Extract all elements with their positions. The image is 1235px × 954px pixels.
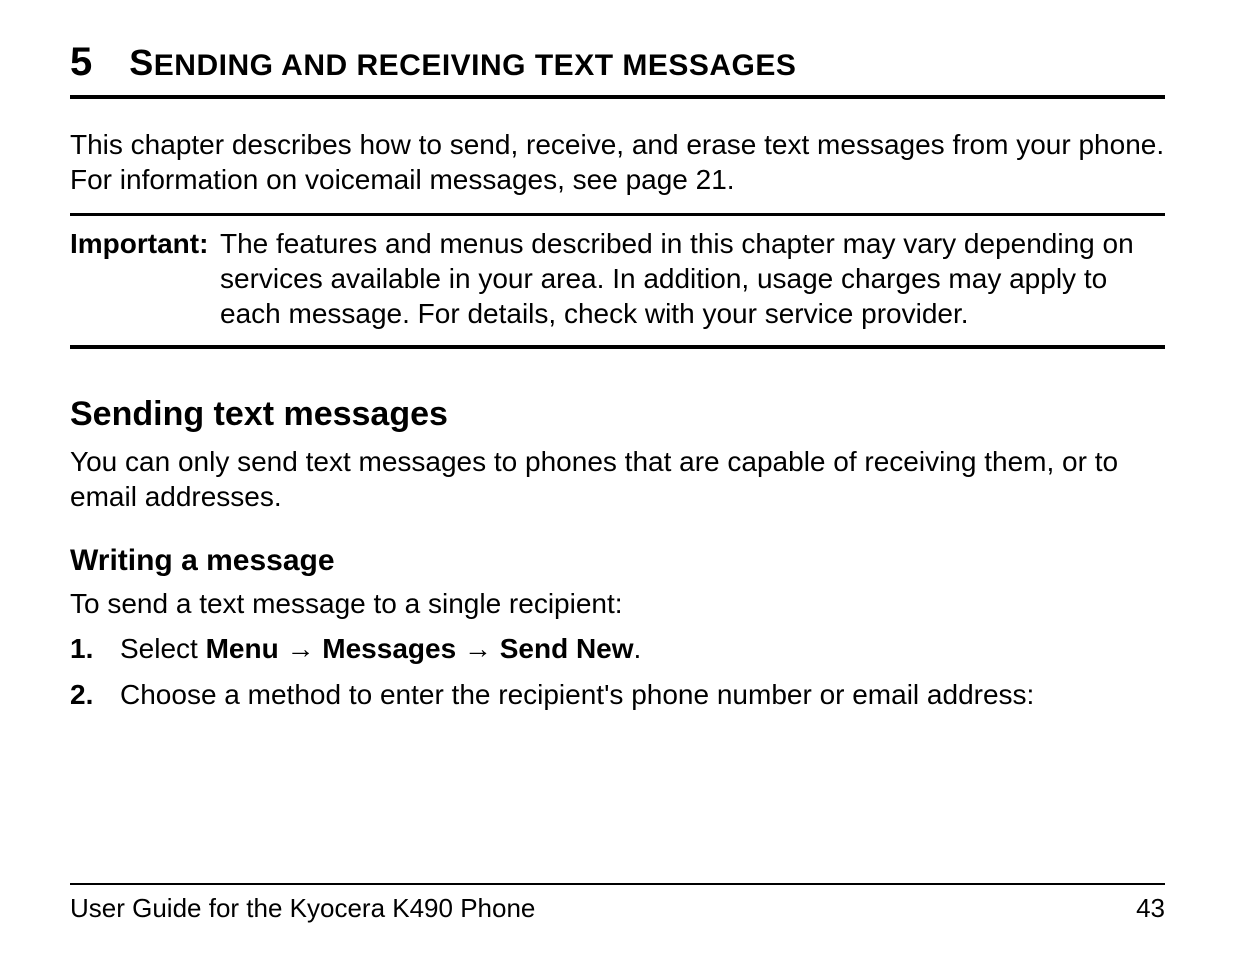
subsection-heading-writing: Writing a message	[70, 544, 1165, 578]
step-number: 2.	[70, 677, 120, 713]
important-text: The features and menus described in this…	[220, 226, 1165, 331]
intro-paragraph: This chapter describes how to send, rece…	[70, 127, 1165, 197]
step1-post: .	[634, 633, 642, 664]
chapter-number: 5	[70, 40, 93, 85]
step-number: 1.	[70, 631, 120, 667]
chapter-title-first: S	[129, 42, 154, 83]
menu-path-messages: Messages	[322, 633, 456, 664]
steps-list: 1. Select Menu → Messages → Send New. 2.…	[70, 631, 1165, 714]
step-text: Select Menu → Messages → Send New.	[120, 631, 1165, 667]
step-item: 1. Select Menu → Messages → Send New.	[70, 631, 1165, 667]
menu-path-menu: Menu	[206, 633, 279, 664]
arrow-icon: →	[456, 633, 500, 664]
section-heading-sending: Sending text messages	[70, 395, 1165, 434]
page-footer: User Guide for the Kyocera K490 Phone 43	[70, 883, 1165, 924]
important-label: Important:	[70, 226, 220, 331]
subsection-lead: To send a text message to a single recip…	[70, 586, 1165, 621]
step-text: Choose a method to enter the recipient's…	[120, 677, 1165, 713]
footer-page-number: 43	[1136, 893, 1165, 924]
chapter-title-rest: ENDING AND RECEIVING TEXT MESSAGES	[154, 49, 797, 82]
step-item: 2. Choose a method to enter the recipien…	[70, 677, 1165, 713]
arrow-icon: →	[279, 633, 323, 664]
footer-title: User Guide for the Kyocera K490 Phone	[70, 893, 535, 924]
chapter-heading: 5 SENDING AND RECEIVING TEXT MESSAGES	[70, 40, 1165, 99]
step1-pre: Select	[120, 633, 206, 664]
important-note: Important: The features and menus descri…	[70, 213, 1165, 349]
chapter-title: SENDING AND RECEIVING TEXT MESSAGES	[129, 42, 796, 84]
section-body-sending: You can only send text messages to phone…	[70, 444, 1165, 514]
menu-path-sendnew: Send New	[500, 633, 634, 664]
document-page: 5 SENDING AND RECEIVING TEXT MESSAGES Th…	[0, 0, 1235, 954]
